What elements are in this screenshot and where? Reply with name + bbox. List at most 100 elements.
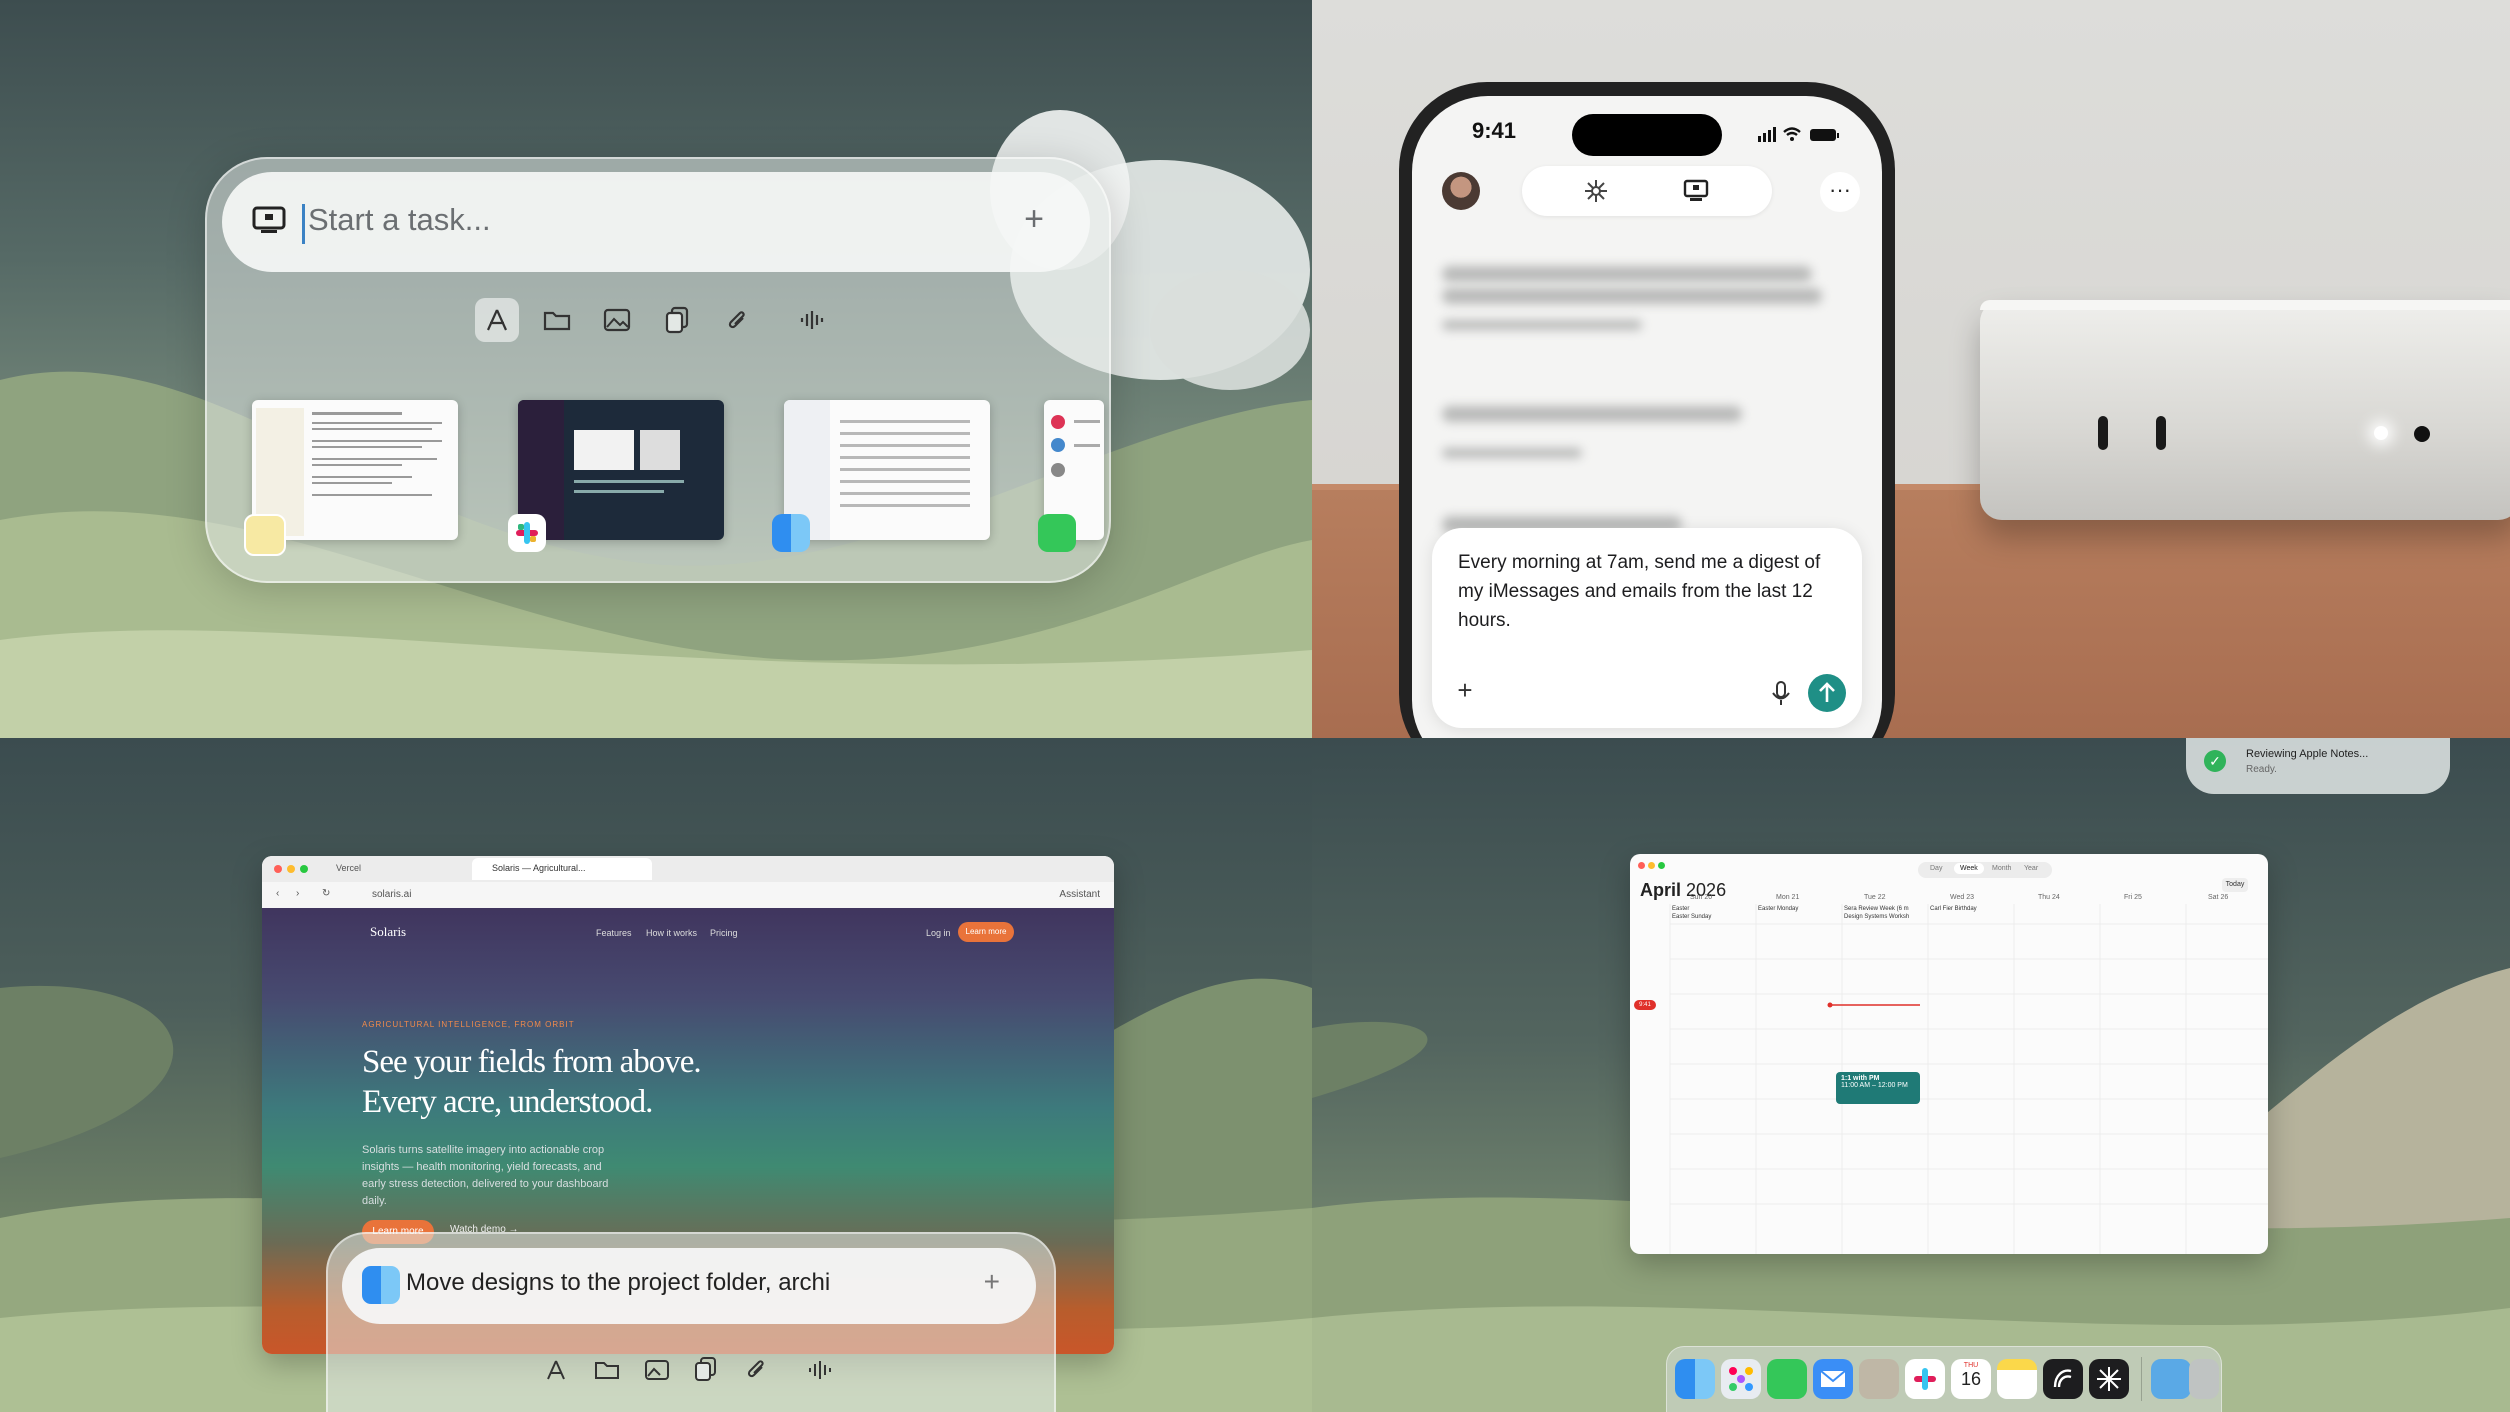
send-button[interactable]: [1808, 674, 1846, 712]
zoom-window-button[interactable]: [300, 865, 308, 873]
assistant-button[interactable]: Assistant: [1059, 889, 1100, 900]
agent-icon[interactable]: [1582, 178, 1610, 204]
mode-switcher: [1522, 166, 1772, 216]
day-header-wed: Wed 23: [1950, 894, 1974, 901]
reload-icon[interactable]: ↻: [322, 888, 330, 899]
minimize-window-button[interactable]: [1648, 862, 1655, 869]
task-input-bar[interactable]: Start a task... +: [222, 172, 1090, 272]
add-button[interactable]: +: [1024, 200, 1044, 239]
notes-icon[interactable]: [1997, 1359, 2037, 1399]
voice-icon[interactable]: [790, 298, 834, 342]
hero-title: See your fields from above. Every acre, …: [362, 1044, 702, 1120]
close-window-button[interactable]: [274, 865, 282, 873]
browser-scene: Vercel Solaris — Agricultural... ‹ › ↻ s…: [0, 738, 1312, 1412]
launchpad-icon[interactable]: [1721, 1359, 1761, 1399]
folder-icon[interactable]: [2151, 1359, 2191, 1399]
url-field[interactable]: solaris.ai: [372, 889, 411, 900]
finder-window-thumbnail[interactable]: [784, 400, 990, 540]
event-design-workshop[interactable]: Design Systems Worksh: [1844, 914, 1909, 920]
more-button[interactable]: ···: [1820, 172, 1860, 212]
meeting-event[interactable]: 1:1 with PM 11:00 AM – 12:00 PM: [1836, 1072, 1920, 1104]
view-year[interactable]: Year: [2024, 865, 2038, 872]
event-review-week[interactable]: Sera Review Week (6 m: [1844, 906, 1909, 912]
slack-icon[interactable]: [1905, 1359, 1945, 1399]
learn-more-top-button[interactable]: Learn more: [958, 922, 1014, 942]
prompt-text[interactable]: Every morning at 7am, send me a digest o…: [1458, 548, 1838, 635]
event-birthday[interactable]: Carl Fier Birthday: [1930, 906, 1977, 912]
address-bar: ‹ › ↻ solaris.ai Assistant: [262, 882, 1114, 909]
claude-icon[interactable]: [2043, 1359, 2083, 1399]
day-header-sat: Sat 26: [2208, 894, 2229, 901]
today-button[interactable]: Today: [2222, 878, 2248, 892]
slack-window-thumbnail[interactable]: [518, 400, 724, 540]
calendar-window: Day Week Month Year April 2026 Today Sun…: [1630, 854, 2268, 1254]
event-easter[interactable]: Easter: [1672, 906, 1689, 912]
back-icon[interactable]: ‹: [276, 888, 279, 899]
mail-icon[interactable]: [1813, 1359, 1853, 1399]
folder-icon[interactable]: [535, 298, 579, 342]
add-button[interactable]: +: [984, 1266, 1000, 1298]
voice-icon[interactable]: [806, 1358, 832, 1382]
computer-icon: [252, 206, 286, 233]
nav-how-it-works[interactable]: How it works: [646, 928, 697, 938]
task-input-placeholder[interactable]: Start a task...: [308, 202, 491, 238]
close-window-button[interactable]: [1638, 862, 1645, 869]
messages-icon: [1038, 514, 1076, 552]
desktop-composer-scene: Start a task... +: [0, 0, 1312, 738]
view-week[interactable]: Week: [1954, 863, 1984, 874]
image-icon[interactable]: [595, 298, 639, 342]
attach-icon[interactable]: [715, 298, 759, 342]
calendar-grid: [1669, 904, 2268, 1254]
day-header-thu: Thu 24: [2038, 894, 2060, 901]
tab-solaris[interactable]: Solaris — Agricultural...: [492, 863, 586, 873]
folder-icon[interactable]: [594, 1358, 620, 1382]
messages-icon[interactable]: [1767, 1359, 1807, 1399]
apps-icon[interactable]: [544, 1358, 568, 1382]
login-link[interactable]: Log in: [926, 928, 951, 938]
calendar-scene: ✓ Reviewing Apple Notes... Ready. Day We…: [1312, 738, 2510, 1412]
toast-status: Ready.: [2246, 764, 2277, 775]
hero-subtitle: Solaris turns satellite imagery into act…: [362, 1144, 609, 1207]
attach-plus-button[interactable]: +: [1446, 672, 1484, 710]
notes-icon: [244, 514, 286, 556]
image-icon[interactable]: [644, 1358, 670, 1382]
event-easter-monday[interactable]: Easter Monday: [1758, 906, 1798, 912]
agent-icon[interactable]: [2089, 1359, 2129, 1399]
task-input-text[interactable]: Move designs to the project folder, arch…: [406, 1269, 830, 1297]
apps-icon[interactable]: [475, 298, 519, 342]
contacts-icon[interactable]: [1859, 1359, 1899, 1399]
prompt-composer[interactable]: Every morning at 7am, send me a digest o…: [1432, 528, 1862, 728]
view-day[interactable]: Day: [1930, 865, 1942, 872]
calendar-icon[interactable]: THU 16: [1951, 1359, 1991, 1399]
mac-mini-device: [1980, 300, 2510, 520]
trash-icon[interactable]: [2189, 1359, 2219, 1399]
slack-icon: [508, 514, 546, 552]
site-logo[interactable]: Solaris: [370, 924, 406, 940]
copy-icon[interactable]: [694, 1356, 718, 1382]
dynamic-island: [1572, 114, 1722, 156]
zoom-window-button[interactable]: [1658, 862, 1665, 869]
day-header-sun: Sun 20: [1690, 894, 1713, 901]
minimize-window-button[interactable]: [287, 865, 295, 873]
tab-vercel[interactable]: Vercel: [336, 863, 361, 873]
attach-icon[interactable]: [744, 1356, 768, 1382]
view-month[interactable]: Month: [1992, 865, 2011, 872]
nav-pricing[interactable]: Pricing: [710, 928, 738, 938]
meeting-time: 11:00 AM – 12:00 PM: [1841, 1082, 1908, 1089]
nav-features[interactable]: Features: [596, 928, 632, 938]
composer-toolbar: [544, 1354, 844, 1390]
computer-icon[interactable]: [1682, 178, 1710, 204]
microphone-icon[interactable]: [1762, 674, 1800, 712]
forward-icon[interactable]: ›: [296, 888, 299, 899]
toast-title: Reviewing Apple Notes...: [2246, 748, 2369, 760]
status-toast: ✓ Reviewing Apple Notes... Ready.: [2186, 738, 2450, 794]
copy-icon[interactable]: [655, 298, 699, 342]
text-cursor: [302, 204, 305, 244]
task-input-bar[interactable]: Move designs to the project folder, arch…: [342, 1248, 1036, 1324]
status-time: 9:41: [1472, 118, 1517, 143]
finder-icon[interactable]: [1675, 1359, 1715, 1399]
event-easter-sunday[interactable]: Easter Sunday: [1672, 914, 1711, 920]
checkmark-icon: ✓: [2204, 750, 2226, 772]
calendar-title: April 2026: [1640, 880, 1727, 900]
avatar[interactable]: [1442, 172, 1480, 210]
